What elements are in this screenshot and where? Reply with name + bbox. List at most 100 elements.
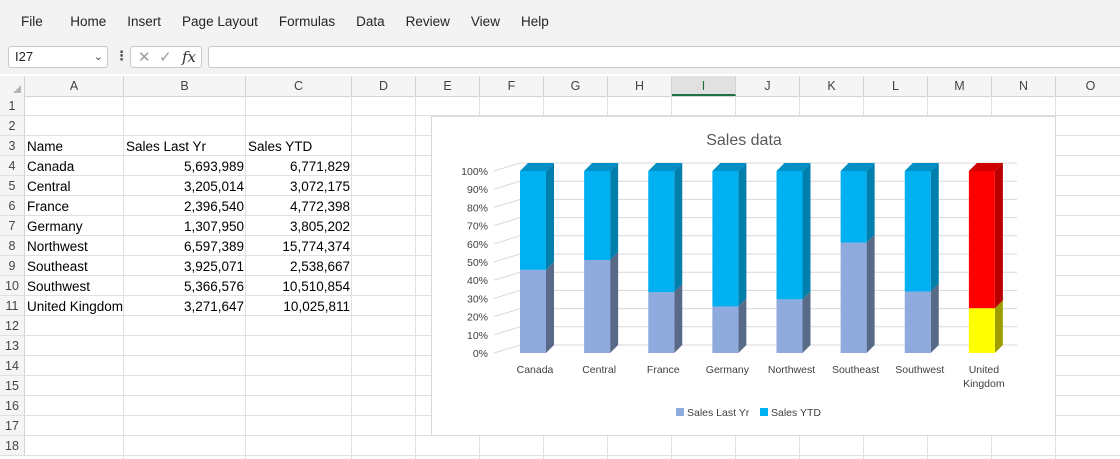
chevron-down-icon[interactable]: ⌄ [94,47,103,67]
row-header-7[interactable]: 7 [0,216,25,236]
column-header-d[interactable]: D [352,76,416,96]
row-header-14[interactable]: 14 [0,356,25,376]
row-header-3[interactable]: 3 [0,136,25,156]
cancel-icon[interactable]: ✕ [138,48,151,66]
column-header-k[interactable]: K [800,76,864,96]
insert-function-icon[interactable]: fx [182,48,196,66]
value-cell[interactable]: 3,925,071 [124,256,246,276]
row-header-1[interactable]: 1 [0,96,25,116]
column-header-j[interactable]: J [736,76,800,96]
column-header-m[interactable]: M [928,76,992,96]
bar-group[interactable] [776,163,811,353]
row-header-8[interactable]: 8 [0,236,25,256]
more-options-icon[interactable]: ⋮ [115,48,128,64]
bar-group[interactable] [520,163,554,353]
column-header-g[interactable]: G [544,76,608,96]
row-header-10[interactable]: 10 [0,276,25,296]
value-cell[interactable]: 6,771,829 [246,156,352,176]
menu-formulas[interactable]: Formulas [268,14,345,29]
menu-file[interactable]: File [0,14,60,29]
row-header-5[interactable]: 5 [0,176,25,196]
table-header-cell[interactable]: Sales YTD [246,136,352,156]
name-cell[interactable]: France [25,196,124,216]
bar-group[interactable] [712,163,747,353]
value-cell[interactable]: 2,538,667 [246,256,352,276]
bar-series-2[interactable] [968,171,995,309]
name-cell[interactable]: Southeast [25,256,124,276]
row-header-16[interactable]: 16 [0,396,25,416]
column-header-o[interactable]: O [1056,76,1120,96]
menu-help[interactable]: Help [510,14,559,29]
row-header-11[interactable]: 11 [0,296,25,316]
value-cell[interactable]: 5,693,989 [124,156,246,176]
value-cell[interactable]: 3,072,175 [246,176,352,196]
row-header-15[interactable]: 15 [0,376,25,396]
value-cell[interactable]: 2,396,540 [124,196,246,216]
name-box[interactable]: I27 ⌄ [8,46,108,68]
column-header-a[interactable]: A [25,76,124,96]
check-icon[interactable]: ✓ [159,48,172,66]
name-cell[interactable]: Northwest [25,236,124,256]
value-cell[interactable]: 3,271,647 [124,296,246,316]
value-cell[interactable]: 10,025,811 [246,296,352,316]
bar-series-1[interactable] [904,291,931,353]
row-header-13[interactable]: 13 [0,336,25,356]
name-cell[interactable]: Canada [25,156,124,176]
menu-review[interactable]: Review [395,14,460,29]
value-cell[interactable]: 1,307,950 [124,216,246,236]
bar-series-1[interactable] [648,292,675,353]
bar-series-2[interactable] [520,171,546,270]
menu-data[interactable]: Data [346,14,396,29]
legend-label[interactable]: Sales Last Yr [687,407,750,419]
column-header-h[interactable]: H [608,76,672,96]
bar-group[interactable] [648,163,683,353]
value-cell[interactable]: 10,510,854 [246,276,352,296]
bar-series-2[interactable] [712,171,739,307]
bar-series-1[interactable] [776,299,803,353]
bar-group[interactable] [584,163,619,353]
table-header-cell[interactable]: Name [25,136,124,156]
value-cell[interactable]: 15,774,374 [246,236,352,256]
row-header-2[interactable]: 2 [0,116,25,136]
bar-series-2[interactable] [840,171,867,243]
row-header-6[interactable]: 6 [0,196,25,216]
value-cell[interactable]: 3,205,014 [124,176,246,196]
bar-series-2[interactable] [648,171,675,293]
bar-series-1[interactable] [968,308,995,353]
value-cell[interactable]: 4,772,398 [246,196,352,216]
value-cell[interactable]: 3,805,202 [246,216,352,236]
column-header-f[interactable]: F [480,76,544,96]
row-header-17[interactable]: 17 [0,416,25,436]
sales-chart[interactable]: Sales data 0% 10% 20% 30% 40% 50% 60% 70% 80% 90% 1… [431,116,1056,436]
bar-group[interactable] [904,163,939,353]
bar-series-1[interactable] [712,306,739,353]
bar-series-2[interactable] [776,171,803,300]
bar-series-1[interactable] [520,269,546,353]
value-cell[interactable]: 5,366,576 [124,276,246,296]
column-header-l[interactable]: L [864,76,928,96]
column-header-i[interactable]: I [672,76,736,96]
bar-group[interactable] [968,163,1003,353]
name-cell[interactable]: United Kingdom [25,296,124,316]
row-header-9[interactable]: 9 [0,256,25,276]
row-header-12[interactable]: 12 [0,316,25,336]
column-header-b[interactable]: B [124,76,246,96]
bar-group[interactable] [840,163,875,353]
column-header-c[interactable]: C [246,76,352,96]
legend-label[interactable]: Sales YTD [771,407,821,419]
name-cell[interactable]: Central [25,176,124,196]
table-header-cell[interactable]: Sales Last Yr [124,136,246,156]
formula-input[interactable] [208,46,1120,68]
menu-view[interactable]: View [460,14,510,29]
select-all-corner[interactable] [0,76,25,96]
value-cell[interactable]: 6,597,389 [124,236,246,256]
name-cell[interactable]: Germany [25,216,124,236]
column-header-e[interactable]: E [416,76,480,96]
row-header-4[interactable]: 4 [0,156,25,176]
menu-insert[interactable]: Insert [117,14,172,29]
bar-series-2[interactable] [584,171,611,261]
column-header-n[interactable]: N [992,76,1056,96]
row-header-18[interactable]: 18 [0,436,25,456]
name-cell[interactable]: Southwest [25,276,124,296]
menu-home[interactable]: Home [60,14,117,29]
